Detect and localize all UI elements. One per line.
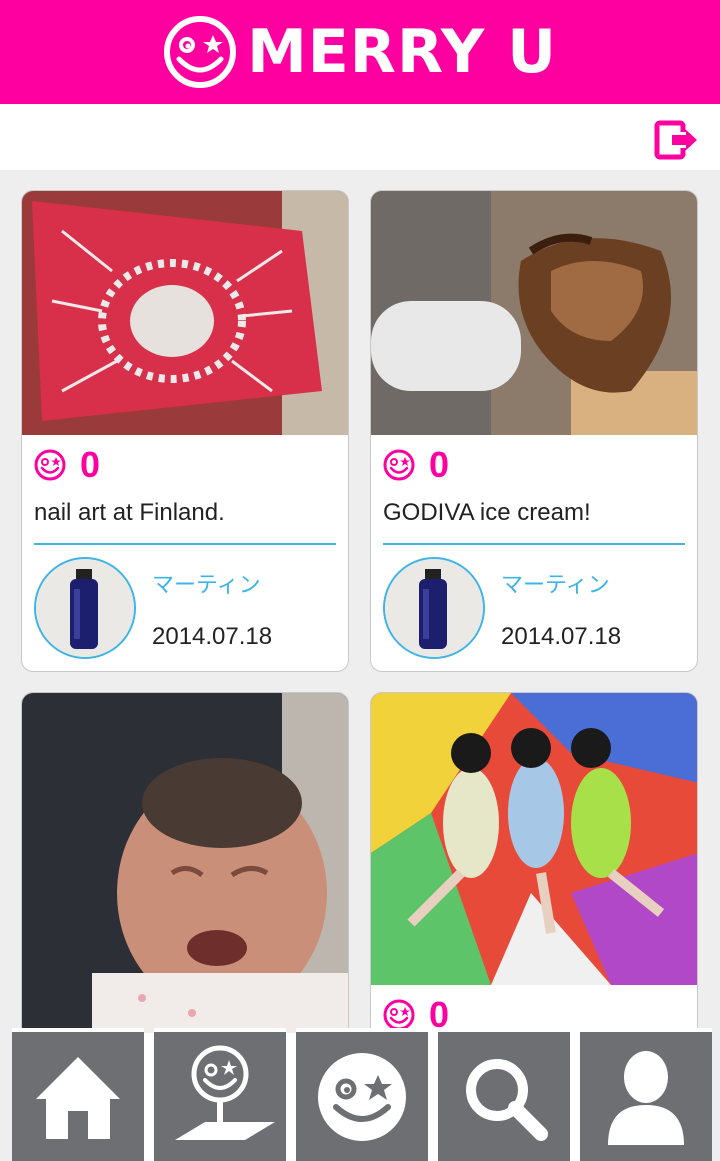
post-card[interactable]: 0 GODIVA ice cream! マーティン 2014.07.18 — [370, 190, 698, 672]
like-count: 0 — [429, 444, 450, 485]
search-icon — [466, 1058, 548, 1141]
smiley-like-icon[interactable] — [383, 999, 415, 1031]
avatar[interactable] — [34, 557, 136, 659]
divider — [383, 543, 685, 545]
app-header: MERRY U — [0, 0, 720, 104]
tab-smiley[interactable] — [296, 1028, 428, 1161]
post-photo[interactable] — [371, 191, 697, 435]
post-feed: 0 nail art at Finland. マーティン 2014.07.18 — [0, 170, 720, 1161]
bottom-tab-bar — [0, 1028, 720, 1161]
divider — [34, 543, 336, 545]
author-name[interactable]: マーティン — [501, 567, 610, 599]
map-pin-smiley-icon — [175, 1045, 275, 1140]
user-icon — [608, 1050, 684, 1145]
post-date: 2014.07.18 — [501, 623, 622, 650]
author-name[interactable]: マーティン — [152, 567, 261, 599]
like-row: 0 — [34, 447, 100, 483]
app-title: MERRY U — [247, 17, 557, 87]
smiley-like-icon[interactable] — [383, 449, 415, 481]
post-caption: nail art at Finland. — [34, 499, 225, 526]
tab-map[interactable] — [154, 1028, 286, 1161]
tab-home[interactable] — [12, 1028, 144, 1161]
home-icon — [36, 1056, 120, 1139]
like-row: 0 — [383, 447, 449, 483]
smiley-star-icon — [318, 1052, 406, 1141]
like-count: 0 — [80, 444, 101, 485]
tab-profile[interactable] — [580, 1028, 712, 1161]
post-caption: GODIVA ice cream! — [383, 499, 591, 526]
smiley-star-logo-icon — [164, 16, 237, 88]
post-photo[interactable] — [371, 693, 697, 985]
post-card[interactable]: 0 nail art at Finland. マーティン 2014.07.18 — [21, 190, 349, 672]
avatar[interactable] — [383, 557, 485, 659]
post-date: 2014.07.18 — [152, 623, 273, 650]
post-photo[interactable] — [22, 191, 348, 435]
smiley-like-icon[interactable] — [34, 449, 66, 481]
sub-toolbar — [0, 104, 720, 170]
tab-search[interactable] — [438, 1028, 570, 1161]
brand[interactable]: MERRY U — [163, 15, 557, 89]
logout-icon[interactable] — [654, 120, 698, 160]
post-photo[interactable] — [22, 693, 348, 1033]
